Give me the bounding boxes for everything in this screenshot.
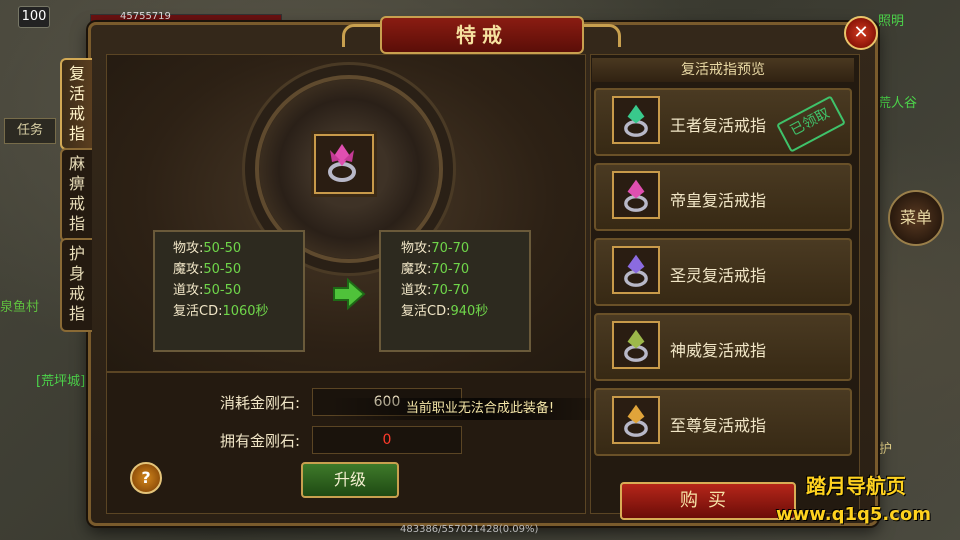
- upgrade-button[interactable]: 升级: [301, 462, 399, 498]
- hp-text: 45755719: [120, 11, 171, 22]
- stat-label: 物攻:: [173, 241, 204, 256]
- ring-icon: [328, 144, 356, 182]
- title-ornament: [342, 24, 385, 47]
- exp-status: 483386/557021428(0.09%): [400, 524, 539, 535]
- stat-value: 70-70: [431, 283, 470, 298]
- buy-button[interactable]: 购买: [620, 482, 796, 520]
- ring-svg: [624, 254, 648, 287]
- stat-row: 复活CD:940秒: [381, 301, 529, 322]
- stat-label: 复活CD:: [173, 304, 223, 319]
- map-label: 照明: [878, 14, 905, 29]
- map-label: 泉鱼村: [0, 300, 40, 315]
- tab-label: 护身戒指: [68, 244, 85, 323]
- claimed-stamp: 已领取: [776, 95, 846, 153]
- list-item[interactable]: 圣灵复活戒指: [594, 238, 852, 306]
- stat-value: 940秒: [450, 304, 489, 319]
- close-button[interactable]: ✕: [844, 16, 878, 50]
- consume-label: 消耗金刚石:: [220, 394, 301, 412]
- list-item[interactable]: 神威复活戒指: [594, 313, 852, 381]
- preview-header: 复活戒指预览: [592, 58, 854, 82]
- list-item[interactable]: 帝皇复活戒指: [594, 163, 852, 231]
- list-item[interactable]: 王者复活戒指 已领取: [594, 88, 852, 156]
- ring-svg: [624, 104, 648, 137]
- stat-value: 50-50: [203, 262, 242, 277]
- menu-button[interactable]: 菜单: [888, 190, 944, 246]
- task-button[interactable]: 任务: [4, 118, 56, 144]
- next-stats: 物攻:70-70 魔攻:70-70 道攻:70-70 复活CD:940秒: [379, 230, 531, 352]
- ring-icon: [612, 246, 660, 294]
- watermark-title: 踏月导航页: [806, 474, 906, 498]
- stat-value: 50-50: [203, 241, 242, 256]
- player-level: 100: [18, 6, 50, 28]
- ring-name: 至尊复活戒指: [670, 416, 767, 435]
- help-button[interactable]: ?: [130, 462, 162, 494]
- current-stats: 物攻:50-50 魔攻:50-50 道攻:50-50 复活CD:1060秒: [153, 230, 305, 352]
- arrow-right-icon: [333, 277, 366, 311]
- stat-value: 1060秒: [222, 304, 269, 319]
- stat-value: 70-70: [431, 262, 470, 277]
- own-label: 拥有金刚石:: [220, 432, 301, 450]
- toast-message: 当前职业无法合成此装备!: [330, 398, 630, 420]
- stat-row: 道攻:50-50: [155, 280, 303, 301]
- stat-value: 50-50: [203, 283, 242, 298]
- stat-label: 道攻:: [173, 283, 204, 298]
- stat-label: 道攻:: [401, 283, 432, 298]
- tab-label: 复活戒指: [68, 64, 85, 143]
- stat-row: 复活CD:1060秒: [155, 301, 303, 322]
- tab-revive-ring[interactable]: 复活戒指: [60, 58, 92, 150]
- ring-icon: [612, 321, 660, 369]
- stat-row: 魔攻:70-70: [381, 259, 529, 280]
- map-label: [荒坪城]: [36, 374, 86, 389]
- stat-label: 复活CD:: [401, 304, 451, 319]
- list-item[interactable]: 至尊复活戒指: [594, 388, 852, 456]
- ring-name: 王者复活戒指: [670, 116, 767, 135]
- tab-protect-ring[interactable]: 护身戒指: [60, 238, 92, 332]
- ring-name: 神威复活戒指: [670, 341, 767, 360]
- stat-row: 魔攻:50-50: [155, 259, 303, 280]
- ring-icon: [612, 396, 660, 444]
- ring-name: 圣灵复活戒指: [670, 266, 767, 285]
- ring-svg: [624, 329, 648, 362]
- stat-label: 魔攻:: [173, 262, 204, 277]
- ring-svg: [624, 404, 648, 437]
- map-label: 荒人谷: [878, 96, 918, 111]
- stat-value: 70-70: [431, 241, 470, 256]
- ring-icon: [612, 171, 660, 219]
- ring-icon: [612, 96, 660, 144]
- own-value: 0: [312, 426, 462, 454]
- stat-row: 物攻:50-50: [155, 238, 303, 259]
- title-ornament: [578, 24, 621, 47]
- stat-row: 物攻:70-70: [381, 238, 529, 259]
- stat-row: 道攻:70-70: [381, 280, 529, 301]
- panel-title: 特戒: [380, 16, 584, 54]
- stat-label: 魔攻:: [401, 262, 432, 277]
- tab-paralyze-ring[interactable]: 麻痹戒指: [60, 148, 92, 242]
- stat-label: 物攻:: [401, 241, 432, 256]
- current-ring-slot[interactable]: [314, 134, 374, 194]
- ring-name: 帝皇复活戒指: [670, 191, 767, 210]
- tab-label: 麻痹戒指: [68, 154, 85, 233]
- watermark-url: www.q1q5.com: [776, 504, 932, 525]
- ring-svg: [624, 179, 648, 212]
